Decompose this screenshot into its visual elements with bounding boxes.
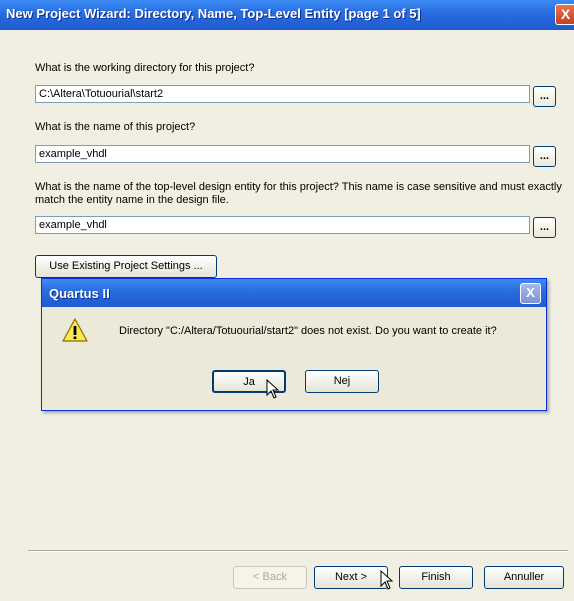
wizard-close-button[interactable]: X xyxy=(555,4,574,25)
directory-question: What is the working directory for this p… xyxy=(35,62,255,74)
dialog-title: Quartus II xyxy=(49,286,110,301)
dialog-message: Directory "C:/Altera/Totuourial/start2" … xyxy=(119,325,497,337)
next-button[interactable]: Next > xyxy=(314,566,388,589)
directory-input[interactable]: C:\Altera\Totuourial\start2 xyxy=(35,85,530,103)
wizard-title: New Project Wizard: Directory, Name, Top… xyxy=(6,6,421,21)
no-button[interactable]: Nej xyxy=(305,370,379,393)
entity-question: What is the name of the top-level design… xyxy=(35,181,562,206)
name-browse-button[interactable]: ... xyxy=(533,146,556,167)
finish-button[interactable]: Finish xyxy=(399,566,473,589)
mouse-pointer-icon xyxy=(380,570,394,590)
wizard-window: New Project Wizard: Directory, Name, Top… xyxy=(0,0,574,601)
mouse-pointer-icon xyxy=(266,379,280,399)
name-question: What is the name of this project? xyxy=(35,121,196,133)
cancel-button[interactable]: Annuller xyxy=(484,566,564,589)
entity-name-input[interactable]: example_vhdl xyxy=(35,216,530,234)
use-existing-settings-button[interactable]: Use Existing Project Settings ... xyxy=(35,255,217,278)
warning-icon xyxy=(62,318,88,342)
directory-browse-button[interactable]: ... xyxy=(533,86,556,107)
back-button[interactable]: < Back xyxy=(233,566,307,589)
dialog-titlebar: Quartus II X xyxy=(42,279,546,307)
footer-separator xyxy=(28,550,568,552)
wizard-titlebar: New Project Wizard: Directory, Name, Top… xyxy=(0,0,574,30)
dialog-close-button[interactable]: X xyxy=(520,283,541,304)
quartus-dialog: Quartus II X Directory "C:/Altera/Totuou… xyxy=(41,278,547,411)
project-name-input[interactable]: example_vhdl xyxy=(35,145,530,163)
entity-browse-button[interactable]: ... xyxy=(533,217,556,238)
